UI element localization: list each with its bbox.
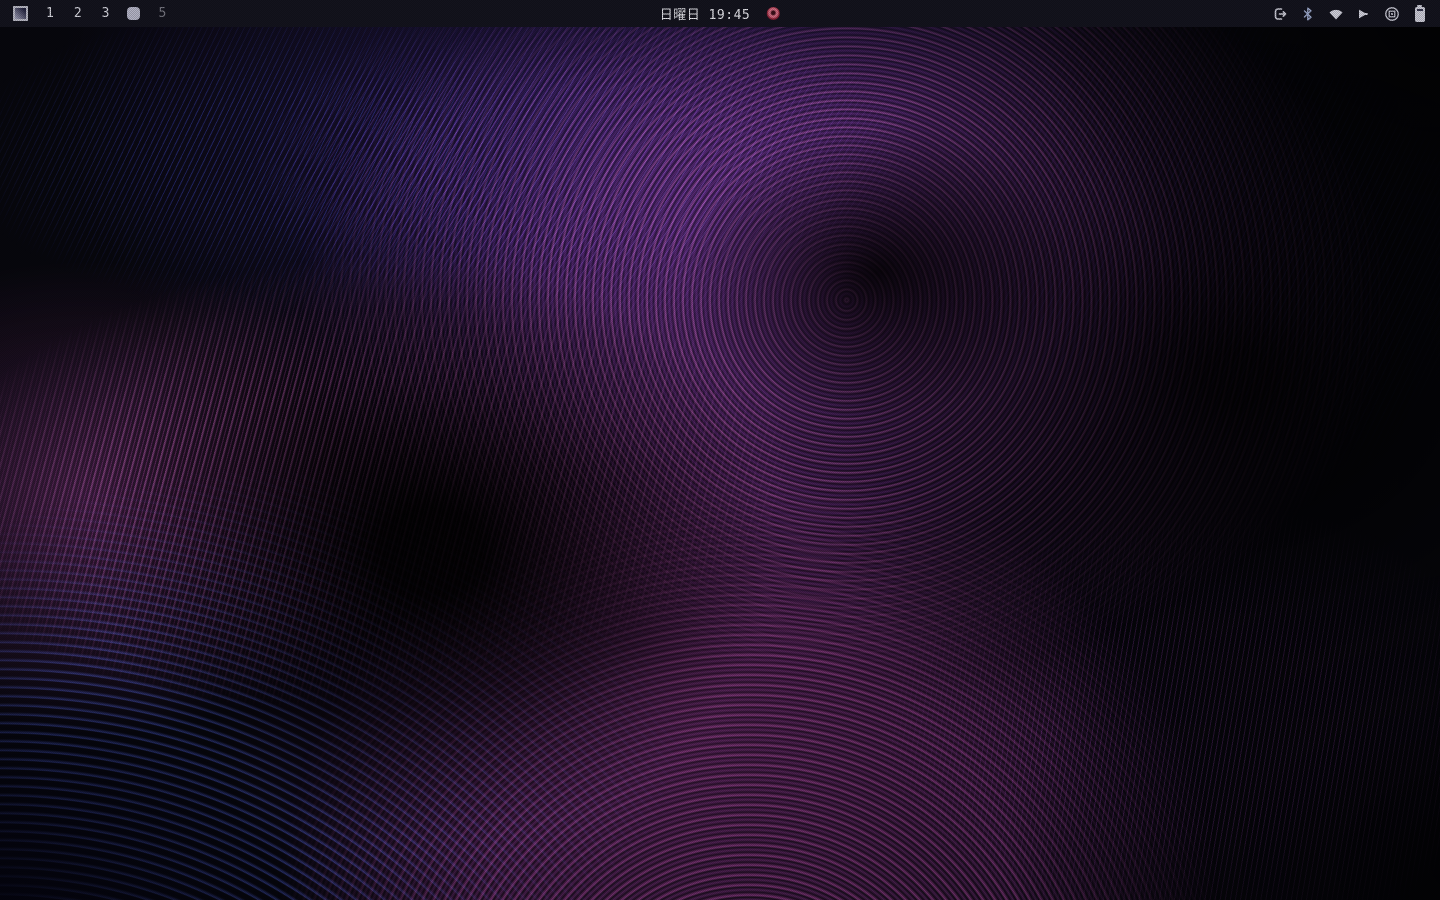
desktop-wallpaper bbox=[0, 27, 1440, 900]
volume-glyph bbox=[1359, 9, 1368, 18]
record-indicator-icon[interactable] bbox=[767, 7, 781, 20]
launcher-icon[interactable] bbox=[13, 6, 28, 21]
logout-glyph bbox=[1274, 7, 1286, 20]
bluetooth-glyph bbox=[1303, 7, 1312, 20]
bluetooth-icon[interactable] bbox=[1299, 5, 1316, 22]
clock-area: 日曜日 19:45 bbox=[660, 0, 781, 27]
wifi-icon[interactable] bbox=[1327, 5, 1344, 22]
volume-icon[interactable] bbox=[1355, 5, 1372, 22]
battery-body bbox=[1414, 4, 1425, 22]
active-app-icon[interactable] bbox=[127, 7, 141, 20]
wallpaper-layer-vignette bbox=[0, 27, 1440, 900]
workspace-button-3[interactable]: 3 bbox=[100, 0, 112, 27]
system-tray bbox=[1271, 4, 1440, 22]
clock[interactable]: 日曜日 19:45 bbox=[660, 4, 750, 23]
battery-icon[interactable] bbox=[1411, 4, 1428, 22]
workspace-button-5[interactable]: 5 bbox=[156, 0, 168, 27]
top-bar: 1 2 3 5 日曜日 19:45 bbox=[0, 0, 1440, 27]
workspace-area: 1 2 3 5 bbox=[0, 0, 168, 27]
logout-icon[interactable] bbox=[1271, 5, 1288, 22]
workspace-button-1[interactable]: 1 bbox=[44, 0, 56, 27]
battery-nub bbox=[1417, 4, 1422, 7]
input-method-glyph bbox=[1384, 6, 1399, 21]
workspace-button-2[interactable]: 2 bbox=[72, 0, 84, 27]
wifi-glyph bbox=[1329, 9, 1342, 19]
input-method-icon[interactable] bbox=[1383, 5, 1400, 22]
battery-level bbox=[1416, 8, 1423, 11]
